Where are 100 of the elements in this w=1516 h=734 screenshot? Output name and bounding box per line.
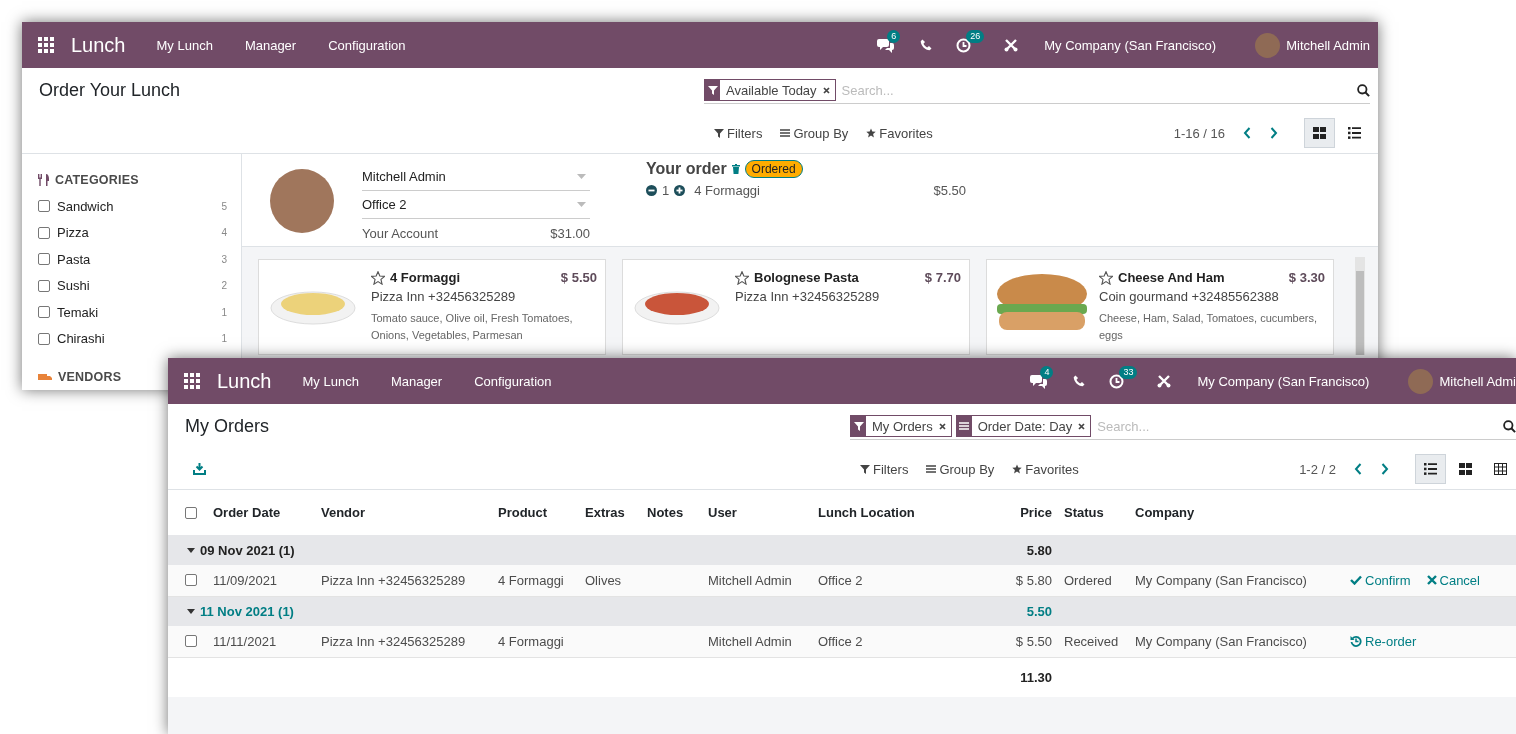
column-header[interactable]: Price [1020,505,1052,520]
column-header[interactable]: Product [498,505,548,520]
remove-icon[interactable] [938,422,946,430]
search-option-button[interactable]: Filters [714,125,763,141]
column-header[interactable]: Notes [647,505,684,520]
category-label[interactable]: Sandwich [57,198,222,214]
company-switcher[interactable]: My Company (San Francisco) [1044,37,1217,53]
user-menu[interactable]: Mitchell Admin [1286,37,1370,53]
search-option-button[interactable]: Favorites [866,125,933,141]
checkbox[interactable] [185,635,197,648]
column-header[interactable]: Extras [585,505,625,520]
search-facet[interactable]: Order Date: Day [955,415,1092,437]
apps-menu-icon[interactable] [38,37,54,53]
company-switcher[interactable]: My Company (San Francisco) [1197,373,1370,389]
product-card[interactable]: Cheese And Ham $ 3.30 Coin gourmand +32485562388 Cheese, Ham, Salad, Tomatoes, cucumbers, eggs [986,259,1334,355]
chevron-right-icon[interactable] [1270,127,1278,139]
chevron-left-icon[interactable] [1354,463,1362,475]
clock-icon[interactable] [956,37,972,53]
clock-icon[interactable] [1109,373,1125,389]
tools-icon[interactable] [1004,38,1019,52]
location-select[interactable]: Office 2 [362,191,590,219]
column-header[interactable]: Company [1135,505,1195,520]
pager-value[interactable]: 1-2 / 2 [1299,461,1336,477]
remove-icon[interactable] [1078,422,1086,430]
trash-icon[interactable] [731,164,740,174]
caret-icon[interactable] [187,547,195,553]
search-facet[interactable]: My Orders [850,415,952,437]
search-option-button[interactable]: Group By [780,125,849,141]
apps-menu-icon[interactable] [184,373,200,389]
menu-item[interactable]: My Lunch [302,373,359,389]
category-label[interactable]: Pasta [57,251,222,267]
caret-icon[interactable] [187,608,195,614]
column-header[interactable]: Order Date [213,505,281,520]
app-title[interactable]: Lunch [217,369,272,393]
phone-icon[interactable] [920,39,933,51]
order-date-cell: 11/11/2021 [213,633,277,649]
scrollbar[interactable] [1355,257,1365,355]
download-icon[interactable] [193,463,206,475]
phone-icon[interactable] [1073,375,1086,387]
checkbox[interactable] [185,574,197,587]
company-cell: My Company (San Francisco) [1135,572,1307,588]
column-header[interactable]: User [708,505,737,520]
column-header[interactable]: Status [1064,505,1104,520]
category-label[interactable]: Sushi [57,278,222,294]
category-label[interactable]: Temaki [57,304,222,320]
action-link[interactable]: Cancel [1426,572,1480,588]
search-field[interactable]: Available Today Search... [704,77,1370,104]
kanban-view-button[interactable] [1304,118,1335,148]
checkbox[interactable] [38,226,50,239]
search-option-button[interactable]: Group By [926,461,995,477]
message-count: 6 [887,29,901,43]
checkbox[interactable] [38,332,50,345]
menu-item[interactable]: Manager [244,37,297,53]
product-name: Bolognese Pasta [754,270,860,285]
checkbox[interactable] [38,306,50,319]
category-label[interactable]: Pizza [57,225,222,241]
checkbox[interactable] [38,200,50,213]
chevron-right-icon[interactable] [1381,463,1389,475]
group-by-icon [926,464,937,474]
group-label[interactable]: 11 Nov 2021 (1) [200,603,294,619]
product-card[interactable]: 4 Formaggi $ 5.50 Pizza Inn +32456325289 Tomato sauce, Olive oil, Fresh Tomatoes, Onions, Vegetables, Parmesan [258,259,606,355]
search-icon[interactable] [1357,83,1370,97]
search-option-button[interactable]: Favorites [1012,461,1079,477]
minus-circle-icon[interactable] [646,185,657,196]
category-label[interactable]: Chirashi [57,331,222,347]
app-title[interactable]: Lunch [71,33,126,57]
menu-item[interactable]: Configuration [328,37,406,53]
chat-icon[interactable] [877,37,895,53]
menu-item[interactable]: Manager [390,373,443,389]
search-field[interactable]: My Orders Order Date: Day Search... [850,413,1516,440]
group-label[interactable]: 09 Nov 2021 (1) [200,542,295,558]
remove-icon[interactable] [822,86,830,94]
star-icon[interactable] [1099,270,1113,285]
chat-icon[interactable] [1030,373,1048,389]
tools-icon[interactable] [1157,374,1172,388]
checkbox[interactable] [38,279,50,292]
grid-icon [1494,463,1507,475]
plus-circle-icon[interactable] [674,185,686,196]
product-card[interactable]: Bolognese Pasta $ 7.70 Pizza Inn +32456325289 [622,259,970,355]
menu-item[interactable]: My Lunch [156,37,213,53]
search-icon[interactable] [1503,419,1516,433]
product-cell: 4 Formaggi [498,633,564,649]
pager-value[interactable]: 1-16 / 16 [1173,125,1225,141]
grand-total: 11.30 [1020,669,1052,685]
chevron-left-icon[interactable] [1243,127,1251,139]
column-header[interactable]: Vendor [321,505,366,520]
search-facet[interactable]: Available Today [704,79,836,101]
user-select[interactable]: Mitchell Admin [362,163,590,191]
user-menu[interactable]: Mitchell Admi [1439,373,1516,389]
checkbox[interactable] [38,253,50,266]
checkbox[interactable] [185,506,197,519]
check-icon [1350,575,1362,586]
menu-item[interactable]: Configuration [474,373,552,389]
star-icon[interactable] [735,270,749,285]
star-icon[interactable] [371,270,385,285]
product-price: $ 3.30 [1288,270,1325,285]
action-link[interactable]: Confirm [1350,572,1411,588]
search-option-button[interactable]: Filters [860,461,909,477]
column-header[interactable]: Lunch Location [818,505,915,520]
list-view-button[interactable] [1415,454,1446,484]
